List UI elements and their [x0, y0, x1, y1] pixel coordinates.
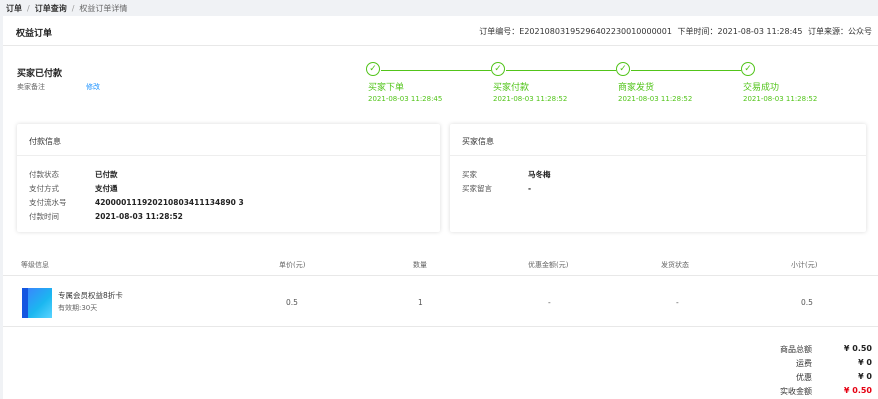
column-header-price: 单价(元) [279, 261, 306, 269]
summary-label: 商品总额 [780, 345, 812, 354]
breadcrumb-item-current: 权益订单详情 [79, 4, 128, 13]
check-icon: ✓ [366, 62, 380, 76]
summary-value: ¥ 0 [858, 358, 872, 367]
cell-qty: 1 [418, 298, 423, 307]
edit-remark-link[interactable]: 修改 [86, 82, 100, 92]
step-connector [381, 70, 491, 71]
cell-price: 0.5 [286, 298, 298, 307]
check-icon: ✓ [741, 62, 755, 76]
summary-value: ¥ 0 [858, 372, 872, 381]
product-name[interactable]: 专属会员权益8折卡 [58, 290, 123, 301]
buyer-message-row: 买家留言 - [462, 183, 531, 194]
order-no-label: 订单编号： [479, 27, 520, 36]
step-time: 2021-08-03 11:28:52 [493, 95, 568, 103]
summary-label: 优惠 [796, 373, 812, 382]
payment-status-row: 付款状态 已付款 [29, 169, 118, 180]
payment-time-row: 付款时间 2021-08-03 11:28:52 [29, 211, 183, 222]
field-value: 2021-08-03 11:28:52 [95, 212, 183, 221]
order-meta: 订单编号：E20210803195296402230010000001 下单时间… [476, 26, 872, 37]
column-header-subtotal: 小计(元) [791, 261, 818, 269]
field-label: 付款时间 [29, 212, 59, 221]
check-icon: ✓ [491, 62, 505, 76]
breadcrumb-separator: / [71, 4, 75, 13]
panel-title: 付款信息 [29, 137, 61, 146]
buyer-name-row: 买家 马冬梅 [462, 169, 551, 180]
step-time: 2021-08-03 11:28:45 [368, 95, 443, 103]
step-connector [631, 70, 741, 71]
field-label: 买家留言 [462, 184, 492, 193]
check-icon: ✓ [616, 62, 630, 76]
payment-info-panel: 付款信息 付款状态 已付款 支付方式 支付通 支付流水号 42000011192021… [17, 124, 440, 232]
field-value: - [528, 184, 532, 193]
step-time: 2021-08-03 11:28:52 [618, 95, 693, 103]
field-value: 马冬梅 [528, 170, 551, 179]
table-row: 专属会员权益8折卡 有效期:30天 0.5 1 - - 0.5 [3, 277, 878, 327]
step-label: 商家发货 [618, 83, 655, 93]
page-title: 权益订单 [16, 29, 53, 39]
summary-label: 实收金额 [780, 387, 812, 396]
summary-value: ¥ 0.50 [843, 386, 872, 395]
order-detail-card: 权益订单 订单编号：E20210803195296402230010000001… [3, 16, 878, 399]
summary-label: 运费 [796, 359, 812, 368]
payment-method-row: 支付方式 支付通 [29, 183, 118, 194]
breadcrumb-item-orders[interactable]: 订单 [6, 4, 22, 13]
field-value: 420000111920210803411134890 3 [95, 198, 244, 207]
step-label: 买家付款 [493, 83, 530, 93]
divider [450, 155, 866, 156]
order-source-value: 公众号 [848, 27, 872, 36]
order-status-title: 买家已付款 [17, 69, 63, 79]
seller-remark-label: 卖家备注 [17, 83, 45, 91]
field-value: 已付款 [95, 170, 118, 179]
column-header-item: 等级信息 [21, 261, 49, 269]
field-value: 支付通 [95, 184, 118, 193]
column-header-discount: 优惠金额(元) [528, 261, 569, 269]
summary-actual-paid: 实收金额 ¥ 0.50 [672, 386, 872, 399]
summary-value: ¥ 0.50 [843, 344, 872, 353]
product-thumbnail [22, 288, 52, 318]
table-header: 等级信息 单价(元) 数量 优惠金额(元) 发货状态 小计(元) [3, 252, 878, 276]
buyer-info-panel: 买家信息 买家 马冬梅 买家留言 - [450, 124, 866, 232]
field-label: 买家 [462, 170, 477, 179]
summary-discount: 优惠 ¥ 0 [672, 372, 872, 386]
cell-shipping: - [676, 298, 679, 307]
order-time-value: 2021-08-03 11:28:45 [717, 27, 803, 36]
summary-shipping: 运费 ¥ 0 [672, 358, 872, 372]
breadcrumb-item-order-query[interactable]: 订单查询 [35, 4, 67, 13]
column-header-shipping: 发货状态 [661, 261, 689, 269]
column-header-qty: 数量 [413, 261, 427, 269]
breadcrumb-separator: / [27, 4, 30, 13]
step-connector [506, 70, 616, 71]
divider [17, 155, 440, 156]
cell-subtotal: 0.5 [801, 298, 813, 307]
panel-title: 买家信息 [462, 137, 494, 146]
order-source-label: 订单来源： [808, 27, 848, 36]
summary-goods-total: 商品总额 ¥ 0.50 [672, 344, 872, 358]
step-label: 交易成功 [743, 83, 780, 93]
field-label: 付款状态 [29, 170, 59, 179]
product-validity: 有效期:30天 [58, 304, 98, 312]
order-header: 权益订单 订单编号：E20210803195296402230010000001… [3, 16, 878, 46]
payment-serial-row: 支付流水号 420000111920210803411134890 3 [29, 197, 244, 208]
step-time: 2021-08-03 11:28:52 [743, 95, 818, 103]
order-progress-steps: ✓ 买家下单 2021-08-03 11:28:45 ✓ 买家付款 2021-0… [366, 62, 846, 112]
step-label: 买家下单 [368, 83, 405, 93]
field-label: 支付流水号 [29, 198, 67, 207]
order-time-label: 下单时间： [677, 27, 718, 36]
cell-discount: - [548, 298, 551, 307]
field-label: 支付方式 [29, 184, 59, 193]
breadcrumb: 订单 / 订单查询 / 权益订单详情 [0, 0, 878, 16]
order-no-value: E20210803195296402230010000001 [519, 27, 672, 36]
